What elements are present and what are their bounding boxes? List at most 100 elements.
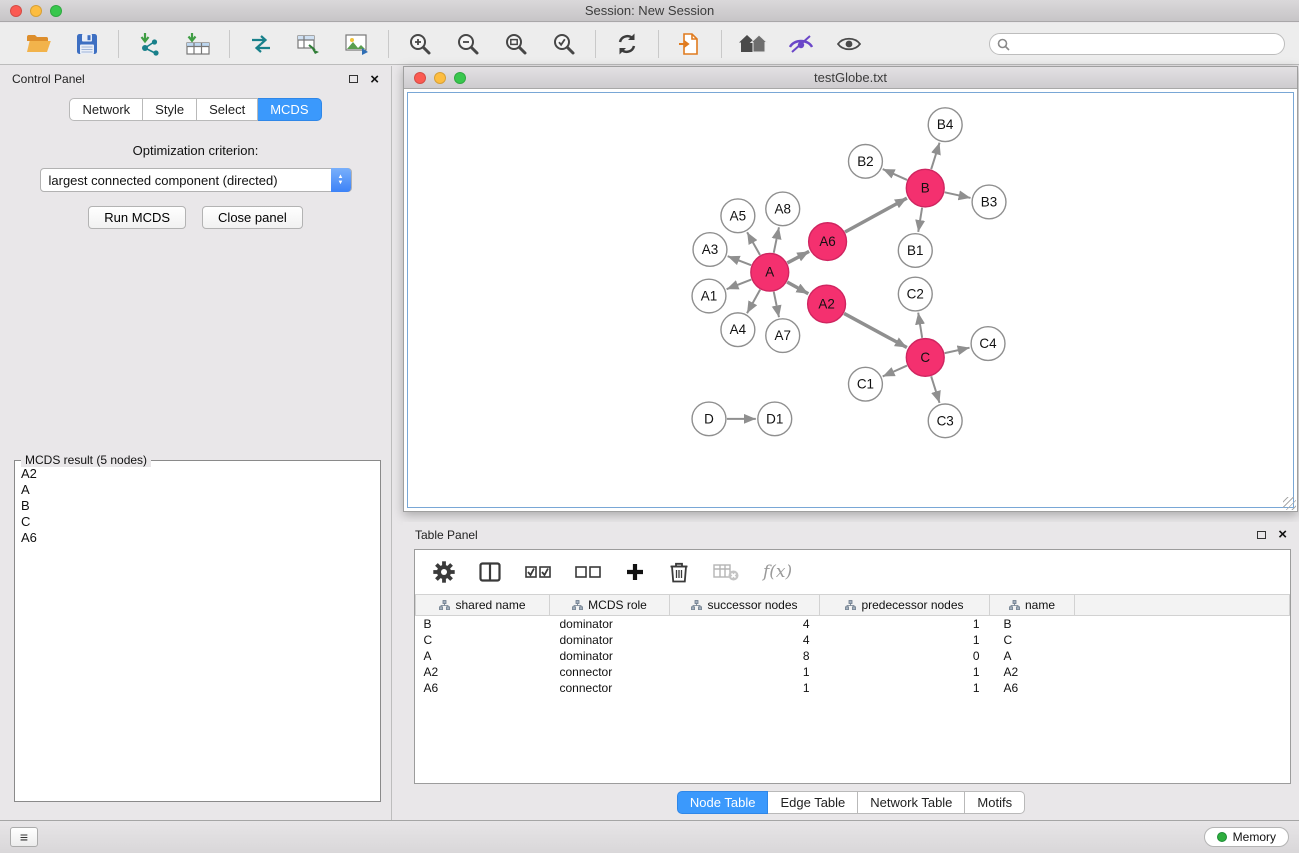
table-row[interactable]: A2connector11A2 bbox=[416, 664, 1290, 680]
graph-edge-B-B4[interactable] bbox=[931, 143, 939, 170]
optimization-dropdown[interactable]: largest connected component (directed) ▲… bbox=[40, 168, 352, 192]
status-menu-button[interactable]: ≡ bbox=[10, 827, 38, 847]
run-mcds-button[interactable]: Run MCDS bbox=[88, 206, 186, 229]
network-canvas[interactable]: B4B2BB3A5A8A6B1A3AC2A1A2A4A7C4CC1C3DD1 bbox=[407, 92, 1294, 508]
table-row[interactable]: Adominator80A bbox=[416, 648, 1290, 664]
graph-node-A6[interactable]: A6 bbox=[809, 223, 847, 261]
mcds-result-item[interactable]: B bbox=[21, 498, 374, 514]
graph-node-C2[interactable]: C2 bbox=[898, 277, 932, 311]
column-header-MCDS-role[interactable]: MCDS role bbox=[550, 595, 670, 616]
graph-edge-A-A8[interactable] bbox=[774, 227, 779, 253]
delete-row-button[interactable] bbox=[669, 561, 689, 583]
graph-node-A5[interactable]: A5 bbox=[721, 199, 755, 233]
graph-node-A2[interactable]: A2 bbox=[808, 285, 846, 323]
graph-node-A3[interactable]: A3 bbox=[693, 233, 727, 267]
graph-node-B1[interactable]: B1 bbox=[898, 234, 932, 268]
tab-network-table[interactable]: Network Table bbox=[858, 791, 965, 814]
graph-edge-A6-B[interactable] bbox=[845, 198, 907, 232]
graph-node-B3[interactable]: B3 bbox=[972, 185, 1006, 219]
tab-node-table[interactable]: Node Table bbox=[677, 791, 769, 814]
graph-edge-B-B1[interactable] bbox=[918, 208, 922, 232]
table-row[interactable]: Bdominator41B bbox=[416, 616, 1290, 632]
tab-edge-table[interactable]: Edge Table bbox=[768, 791, 858, 814]
network-minimize-button[interactable] bbox=[434, 72, 446, 84]
home-button[interactable] bbox=[737, 28, 769, 60]
zoom-in-button[interactable] bbox=[404, 28, 436, 60]
graph-node-C3[interactable]: C3 bbox=[928, 404, 962, 438]
select-all-button[interactable] bbox=[525, 563, 551, 581]
close-table-panel-icon[interactable]: × bbox=[1278, 527, 1287, 542]
eye-button[interactable] bbox=[833, 28, 865, 60]
network-table-button[interactable] bbox=[293, 28, 325, 60]
mcds-result-item[interactable]: C bbox=[21, 514, 374, 530]
network-zoom-button[interactable] bbox=[454, 72, 466, 84]
function-button[interactable]: f(x) bbox=[763, 562, 792, 582]
network-arrows-button[interactable] bbox=[245, 28, 277, 60]
close-window-button[interactable] bbox=[10, 5, 22, 17]
import-table-button[interactable] bbox=[182, 28, 214, 60]
network-close-button[interactable] bbox=[414, 72, 426, 84]
mcds-result-item[interactable]: A6 bbox=[21, 530, 374, 546]
graph-edge-C-C3[interactable] bbox=[931, 376, 939, 403]
gear-button[interactable] bbox=[433, 561, 455, 583]
close-panel-icon[interactable]: × bbox=[370, 72, 379, 87]
tab-select[interactable]: Select bbox=[197, 98, 258, 121]
float-panel-icon[interactable] bbox=[349, 75, 358, 83]
graph-node-A8[interactable]: A8 bbox=[766, 192, 800, 226]
graph-edge-C-C1[interactable] bbox=[883, 366, 907, 377]
graph-edge-A-A3[interactable] bbox=[728, 256, 752, 265]
export-image-button[interactable] bbox=[341, 28, 373, 60]
zoom-selected-button[interactable] bbox=[548, 28, 580, 60]
columns-button[interactable] bbox=[479, 562, 501, 582]
graph-node-B2[interactable]: B2 bbox=[849, 145, 883, 179]
graph-edge-C-C2[interactable] bbox=[918, 313, 922, 338]
graph-edge-A-A1[interactable] bbox=[727, 280, 752, 290]
graph-edge-B-B3[interactable] bbox=[945, 192, 971, 198]
minimize-window-button[interactable] bbox=[30, 5, 42, 17]
graph-edge-A-A2[interactable] bbox=[787, 282, 808, 294]
column-header-successor-nodes[interactable]: successor nodes bbox=[670, 595, 820, 616]
graph-node-D[interactable]: D bbox=[692, 402, 726, 436]
deselect-all-button[interactable] bbox=[575, 563, 601, 581]
graph-node-D1[interactable]: D1 bbox=[758, 402, 792, 436]
graph-edge-B-B2[interactable] bbox=[883, 169, 907, 180]
tab-mcds[interactable]: MCDS bbox=[258, 98, 321, 121]
column-header-predecessor-nodes[interactable]: predecessor nodes bbox=[820, 595, 990, 616]
column-header-shared-name[interactable]: shared name bbox=[416, 595, 550, 616]
graph-edge-A2-C[interactable] bbox=[844, 313, 907, 347]
tab-network[interactable]: Network bbox=[69, 98, 143, 121]
resize-grip[interactable] bbox=[1283, 497, 1296, 510]
graph-edge-A-A4[interactable] bbox=[747, 290, 760, 314]
graph-node-C[interactable]: C bbox=[906, 339, 944, 377]
graph-node-C1[interactable]: C1 bbox=[849, 367, 883, 401]
graph-edge-C-C4[interactable] bbox=[945, 348, 970, 353]
details-button[interactable] bbox=[785, 28, 817, 60]
search-input[interactable] bbox=[989, 33, 1285, 55]
delete-table-button[interactable] bbox=[713, 562, 739, 582]
tab-motifs[interactable]: Motifs bbox=[965, 791, 1025, 814]
mcds-result-item[interactable]: A2 bbox=[21, 466, 374, 482]
refresh-button[interactable] bbox=[611, 28, 643, 60]
mcds-result-item[interactable]: A bbox=[21, 482, 374, 498]
memory-button[interactable]: Memory bbox=[1204, 827, 1289, 847]
document-export-button[interactable] bbox=[674, 28, 706, 60]
close-panel-button[interactable]: Close panel bbox=[202, 206, 303, 229]
graph-node-A4[interactable]: A4 bbox=[721, 313, 755, 347]
zoom-window-button[interactable] bbox=[50, 5, 62, 17]
import-network-button[interactable] bbox=[134, 28, 166, 60]
graph-node-C4[interactable]: C4 bbox=[971, 327, 1005, 361]
graph-edge-A-A6[interactable] bbox=[787, 251, 809, 263]
graph-node-A7[interactable]: A7 bbox=[766, 319, 800, 353]
float-table-panel-icon[interactable] bbox=[1257, 531, 1266, 539]
save-session-button[interactable] bbox=[71, 28, 103, 60]
open-session-button[interactable] bbox=[23, 28, 55, 60]
graph-edge-A-A7[interactable] bbox=[774, 292, 779, 318]
graph-edge-A-A5[interactable] bbox=[747, 232, 760, 255]
graph-node-A[interactable]: A bbox=[751, 253, 789, 291]
table-row[interactable]: Cdominator41C bbox=[416, 632, 1290, 648]
add-row-button[interactable] bbox=[625, 562, 645, 582]
zoom-out-button[interactable] bbox=[452, 28, 484, 60]
column-header-name[interactable]: name bbox=[990, 595, 1075, 616]
graph-node-B4[interactable]: B4 bbox=[928, 108, 962, 142]
graph-node-A1[interactable]: A1 bbox=[692, 279, 726, 313]
